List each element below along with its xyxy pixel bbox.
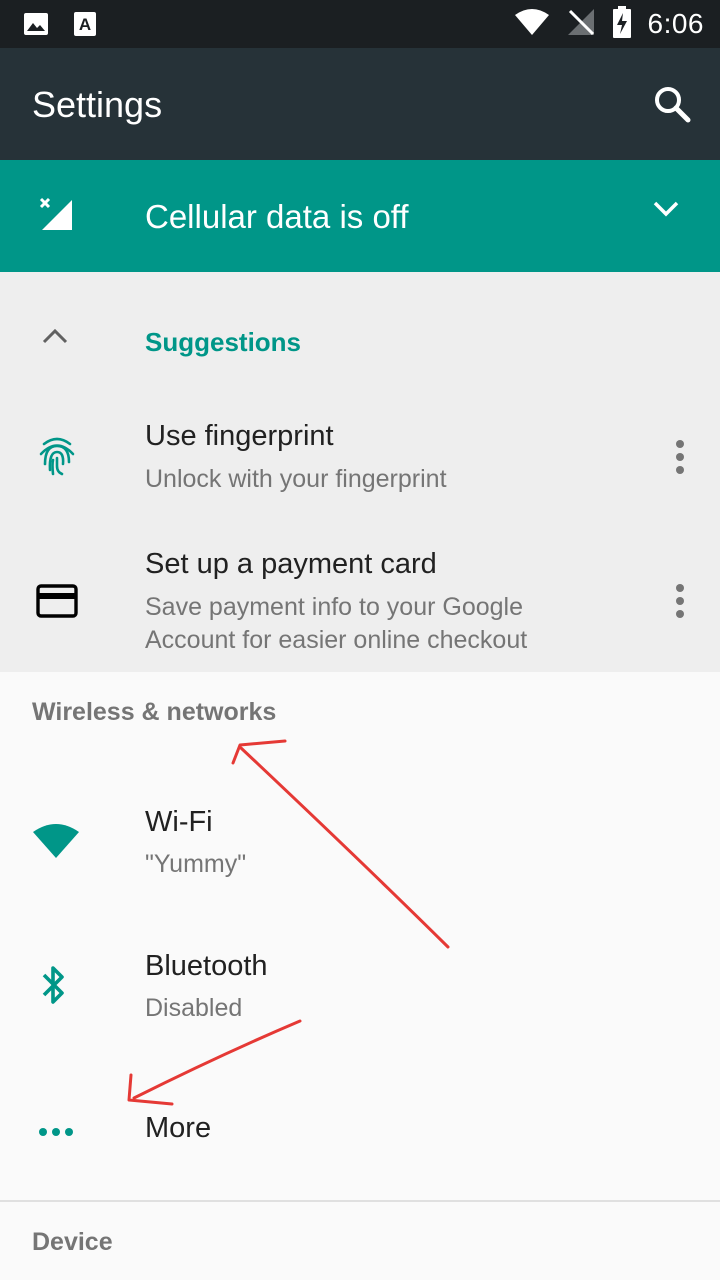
status-clock: 6:06 [647,8,704,39]
suggestions-header[interactable]: Suggestions [0,272,720,390]
item-title: More [145,1112,212,1144]
settings-item-more[interactable]: More [0,1064,720,1194]
no-signal-icon [566,7,596,42]
suggestion-subtitle: Unlock with your fingerprint [145,465,447,493]
fingerprint-icon [38,434,76,481]
overflow-menu-icon[interactable] [674,584,686,623]
suggestion-payment-card[interactable]: Set up a payment card Save payment info … [0,518,720,672]
app-toolbar: Settings [0,48,720,160]
page-title: Settings [32,84,163,125]
chevron-down-icon[interactable] [652,200,680,223]
item-subtitle: Disabled [145,994,243,1022]
section-header-wireless: Wireless & networks [32,698,277,726]
item-title: Bluetooth [145,950,268,982]
status-bar: A 6:06 [0,0,720,48]
suggestion-fingerprint[interactable]: Use fingerprint Unlock with your fingerp… [0,390,720,518]
cellular-off-icon [38,196,74,237]
search-icon [655,87,691,123]
credit-card-icon [36,584,78,623]
status-left-icons: A [22,10,98,43]
annotation-arrowhead-up [231,739,287,765]
status-right-icons: 6:06 [514,5,705,43]
text-a-icon: A [72,10,98,43]
item-subtitle: "Yummy" [145,850,247,878]
battery-charging-icon [612,5,632,43]
search-button[interactable] [652,84,692,124]
bluetooth-icon [40,964,68,1011]
item-title: Wi-Fi [145,806,213,838]
svg-text:A: A [79,15,91,34]
suggestion-title: Set up a payment card [145,548,437,580]
wifi-icon [514,7,550,42]
suggestions-section: Suggestions Use fingerprint Unlock with … [0,272,720,672]
section-header-device: Device [32,1228,113,1256]
settings-item-wifi[interactable]: Wi-Fi "Yummy" [0,768,720,908]
image-icon [22,10,50,43]
more-horizontal-icon [38,1124,74,1142]
chevron-up-icon [42,328,68,349]
overflow-menu-icon[interactable] [674,440,686,479]
banner-text: Cellular data is off [145,198,409,235]
suggestion-title: Use fingerprint [145,420,334,452]
section-divider [0,1200,720,1202]
wifi-icon [32,822,80,865]
cellular-data-off-banner[interactable]: Cellular data is off [0,160,720,272]
suggestion-subtitle-line2: Account for easier online checkout [145,626,528,654]
suggestion-subtitle-line1: Save payment info to your Google [145,593,524,621]
suggestions-label: Suggestions [145,327,302,357]
settings-item-bluetooth[interactable]: Bluetooth Disabled [0,912,720,1052]
